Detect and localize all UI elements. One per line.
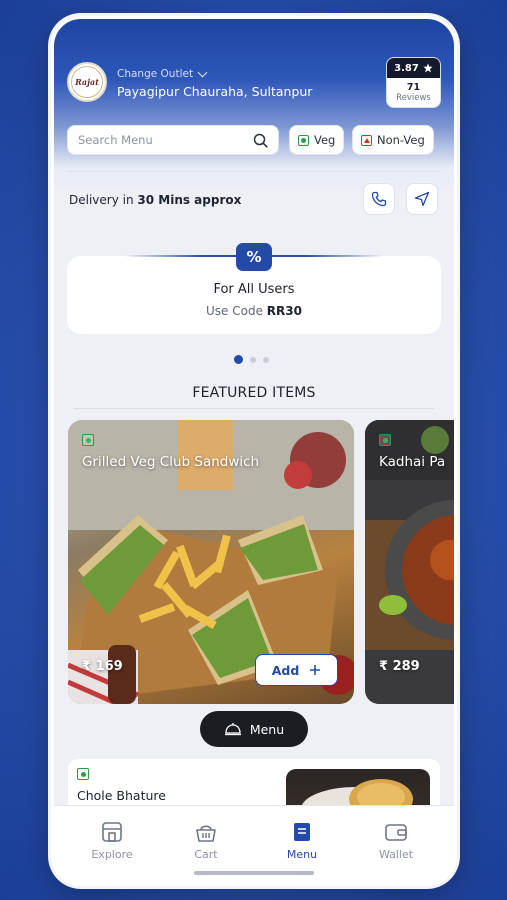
phone-icon xyxy=(371,191,387,207)
delivery-prefix: Delivery in xyxy=(69,193,138,207)
nonveg-filter-button[interactable]: Non-Veg xyxy=(352,125,434,155)
nav-menu[interactable]: Menu xyxy=(262,820,342,861)
featured-item-name: Grilled Veg Club Sandwich xyxy=(82,454,260,470)
call-button[interactable] xyxy=(363,183,395,215)
directions-button[interactable] xyxy=(406,183,438,215)
rating-score: 3.87 xyxy=(387,58,440,78)
carousel-dot[interactable] xyxy=(250,356,256,363)
cloche-icon xyxy=(224,723,241,736)
navigation-icon xyxy=(414,191,430,207)
menu-fab-button[interactable]: Menu xyxy=(200,711,308,747)
menu-fab-label: Menu xyxy=(249,721,285,737)
plus-icon xyxy=(310,665,321,675)
offer-code-prefix: Use Code xyxy=(206,304,267,318)
basket-icon xyxy=(196,825,216,842)
menu-book-icon xyxy=(294,823,310,841)
app-screen: Rajat Change Outlet Payagipur Chauraha, … xyxy=(54,19,454,883)
featured-item-card[interactable]: Grilled Veg Club Sandwich ₹ 169 Add xyxy=(68,420,354,704)
phone-frame: Rajat Change Outlet Payagipur Chauraha, … xyxy=(51,16,457,886)
section-title: FEATURED ITEMS xyxy=(192,385,316,401)
carousel-dot[interactable] xyxy=(234,355,243,364)
offer-code: Use Code RR30 xyxy=(54,304,454,318)
featured-item-price: ₹ 169 xyxy=(82,659,123,674)
offer-code-value: RR30 xyxy=(266,304,302,318)
veg-icon xyxy=(379,434,391,446)
featured-item-card[interactable]: Kadhai Pa ₹ 289 xyxy=(365,420,454,704)
featured-item-price: ₹ 289 xyxy=(379,659,420,674)
nav-wallet[interactable]: Wallet xyxy=(356,820,436,861)
nav-label: Cart xyxy=(194,848,218,861)
nav-label: Explore xyxy=(91,848,133,861)
search-icon xyxy=(253,133,268,148)
nonveg-filter-label: Non-Veg xyxy=(377,133,425,147)
nav-cart[interactable]: Cart xyxy=(166,820,246,861)
carousel-dot[interactable] xyxy=(263,356,269,363)
home-indicator[interactable] xyxy=(194,871,314,875)
carousel-indicator xyxy=(234,355,269,364)
section-divider xyxy=(74,408,434,409)
rating-badge[interactable]: 3.87 71 Reviews xyxy=(386,57,441,108)
nav-explore[interactable]: Explore xyxy=(72,820,152,861)
reviews-count: 71 xyxy=(406,82,421,93)
rating-value: 3.87 xyxy=(394,62,419,74)
divider xyxy=(67,171,441,172)
star-icon xyxy=(423,63,433,73)
wallet-icon xyxy=(385,824,407,841)
change-outlet-label: Change Outlet xyxy=(117,68,194,80)
veg-icon xyxy=(298,134,309,146)
veg-filter-label: Veg xyxy=(314,133,336,147)
offer-title: For All Users xyxy=(213,282,295,297)
veg-icon xyxy=(77,768,89,780)
delivery-time: 30 Mins approx xyxy=(137,193,242,207)
delivery-info: Delivery in 30 Mins approx xyxy=(69,193,241,207)
discount-icon: % xyxy=(236,243,272,271)
nav-label: Menu xyxy=(286,848,318,861)
chevron-down-icon xyxy=(197,67,208,77)
outlet-name[interactable]: Payagipur Chauraha, Sultanpur xyxy=(117,84,312,99)
featured-item-name: Kadhai Pa xyxy=(379,454,446,470)
change-outlet-button[interactable]: Change Outlet xyxy=(117,67,208,80)
restaurant-logo: Rajat xyxy=(67,62,107,102)
nonveg-icon xyxy=(361,134,372,146)
store-icon xyxy=(102,822,122,842)
nav-label: Wallet xyxy=(378,848,414,861)
add-button-label: Add xyxy=(271,662,300,678)
reviews-label: Reviews xyxy=(396,93,431,103)
veg-filter-button[interactable]: Veg xyxy=(289,125,345,155)
menu-item-name: Chole Bhature xyxy=(77,788,166,803)
search-placeholder: Search Menu xyxy=(78,133,153,147)
logo-text: Rajat xyxy=(71,66,103,98)
veg-icon xyxy=(82,434,94,446)
add-to-cart-button[interactable]: Add xyxy=(255,654,338,686)
search-input[interactable]: Search Menu xyxy=(67,125,279,155)
